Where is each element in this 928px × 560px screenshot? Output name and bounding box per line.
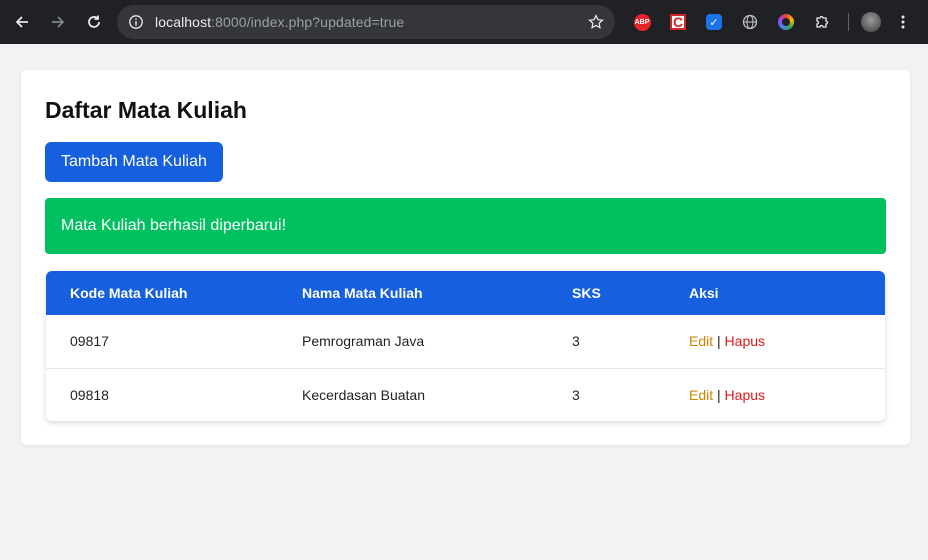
reload-button[interactable] (80, 8, 108, 36)
header-sks: SKS (572, 285, 601, 301)
content-card: Daftar Mata Kuliah Tambah Mata Kuliah Ma… (21, 70, 910, 445)
header-aksi: Aksi (689, 285, 719, 301)
cell-aksi: Edit | Hapus (689, 367, 885, 421)
page-title: Daftar Mata Kuliah (45, 97, 247, 123)
url-path: :8000/index.php?updated=true (211, 14, 405, 30)
forward-button[interactable] (44, 8, 72, 36)
cell-nama: Kecerdasan Buatan (302, 367, 572, 421)
v-extension-icon[interactable]: ✓ (702, 10, 726, 34)
adblock-plus-icon[interactable]: ABP (630, 10, 654, 34)
color-picker-icon[interactable] (774, 10, 798, 34)
back-button[interactable] (8, 8, 36, 36)
cell-sks: 3 (572, 367, 689, 421)
table-row: 09817 Pemrograman Java 3 Edit | Hapus (46, 315, 885, 368)
edit-link[interactable]: Edit (689, 333, 713, 349)
header-nama: Nama Mata Kuliah (302, 285, 423, 301)
cell-nama: Pemrograman Java (302, 333, 425, 350)
cell-kode: 09817 (70, 333, 109, 350)
back-arrow-icon (15, 16, 28, 28)
c-extension-icon[interactable]: C (666, 10, 690, 34)
cell-kode: 09818 (46, 367, 302, 421)
cell-sks: 3 (572, 333, 580, 350)
action-separator: | (717, 386, 721, 403)
success-alert: Mata Kuliah berhasil diperbarui! (45, 198, 886, 254)
header-kode: Kode Mata Kuliah (70, 285, 188, 301)
url-text[interactable]: localhost:8000/index.php?updated=true (155, 14, 587, 30)
bookmark-star-icon[interactable] (587, 13, 605, 31)
table-header-row: Kode Mata Kuliah Nama Mata Kuliah SKS Ak… (46, 271, 885, 315)
toolbar-divider (848, 13, 849, 31)
reload-icon (88, 15, 100, 28)
profile-avatar[interactable] (861, 12, 881, 32)
delete-link[interactable]: Hapus (725, 387, 765, 403)
cell-aksi: Edit | Hapus (689, 315, 885, 368)
address-bar[interactable]: localhost:8000/index.php?updated=true (117, 5, 615, 39)
forward-arrow-icon (52, 16, 65, 28)
course-table: Kode Mata Kuliah Nama Mata Kuliah SKS Ak… (46, 271, 885, 421)
edit-link[interactable]: Edit (689, 387, 713, 403)
extensions-area: ABP C ✓ (630, 10, 911, 34)
puzzle-icon[interactable] (810, 10, 834, 34)
url-host: localhost (155, 14, 212, 30)
site-info-icon[interactable] (127, 13, 145, 31)
action-separator: | (717, 333, 721, 350)
add-course-button[interactable]: Tambah Mata Kuliah (45, 142, 223, 182)
table-row: 09818 Kecerdasan Buatan 3 Edit | Hapus (46, 367, 885, 421)
browser-toolbar: localhost:8000/index.php?updated=true AB… (0, 0, 928, 44)
globe-icon[interactable] (738, 10, 762, 34)
more-menu-icon[interactable] (895, 14, 911, 30)
delete-link[interactable]: Hapus (725, 333, 765, 349)
